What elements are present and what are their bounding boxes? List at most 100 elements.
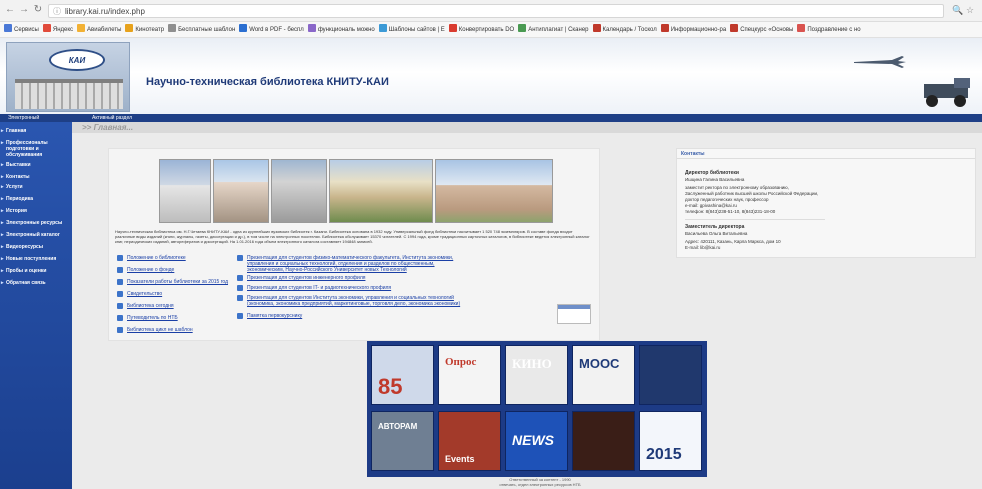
- bookmark-item[interactable]: Сервисы: [4, 22, 39, 37]
- banner-tile[interactable]: 85: [371, 345, 434, 405]
- bookmark-item[interactable]: Антиплагиат | Сканер: [518, 22, 589, 37]
- breadcrumb-bar: >> Главная...: [72, 122, 982, 133]
- banner-tile[interactable]: [639, 345, 702, 405]
- bookmark-item[interactable]: функциональ можно: [307, 22, 375, 37]
- bookmark-icon: [168, 24, 177, 32]
- address-url: library.kai.ru/index.php: [65, 7, 145, 16]
- document-icon: [237, 275, 243, 281]
- link-left[interactable]: Свидетельство: [127, 291, 231, 297]
- bookmark-label: функциональ можно: [317, 27, 375, 33]
- director-line: доктор педагогических наук, профессор: [685, 197, 769, 202]
- address-bar[interactable]: ⓘ library.kai.ru/index.php: [48, 4, 944, 18]
- photo-building-4: [329, 159, 433, 223]
- banner-tile[interactable]: MOOC: [572, 345, 635, 405]
- link-left[interactable]: Путеводитель по НТБ: [127, 315, 231, 321]
- zoom-icon[interactable]: 🔍: [952, 5, 963, 16]
- director-name: Ишцина Галина Васильевна: [685, 177, 745, 182]
- bookmark-item[interactable]: Информационно-ра: [660, 22, 726, 37]
- strip-right-label: Активный раздел: [92, 115, 132, 121]
- contacts-panel: Контакты Директор библиотеки Ишцина Гали…: [676, 148, 976, 258]
- banner-tile[interactable]: [572, 411, 635, 471]
- document-icon: [117, 327, 123, 333]
- document-icon: [117, 279, 123, 285]
- bookmark-label: Word в PDF - беспл: [249, 27, 304, 33]
- bookmark-item[interactable]: Яндекс: [42, 22, 73, 37]
- banner-tile[interactable]: Опрос: [438, 345, 501, 405]
- reload-icon[interactable]: ↻: [32, 4, 44, 16]
- banner-tile[interactable]: КИНО: [505, 345, 568, 405]
- site-title: Научно-техническая библиотека КНИТУ-КАИ: [146, 76, 389, 88]
- photo-building-2: [213, 159, 269, 223]
- link-right[interactable]: Презентация для студентов инженерного пр…: [247, 275, 467, 281]
- link-left[interactable]: Показатели работы библиотеки за 2015 год: [127, 279, 231, 285]
- back-icon[interactable]: ←: [4, 4, 16, 16]
- sidebar-item[interactable]: Главная: [1, 128, 70, 134]
- director-line[interactable]: e-mail: gpivashina@kai.ru: [685, 203, 737, 208]
- bookmark-icon: [660, 24, 669, 32]
- sidebar-item[interactable]: Периодика: [1, 196, 70, 202]
- deputy-title: Заместитель директора: [685, 224, 745, 230]
- star-icon[interactable]: ☆: [966, 5, 974, 16]
- bookmark-label: Бесплатные шаблон: [178, 27, 236, 33]
- sidebar-item[interactable]: Видеоресурсы: [1, 244, 70, 250]
- bookmark-item[interactable]: Поздравление с но: [797, 22, 861, 37]
- bookmark-label: Антиплагиат | Сканер: [528, 27, 589, 33]
- link-left[interactable]: Библиотека цикл не шаблон: [127, 327, 231, 333]
- sidebar-item[interactable]: Пробы и оценки: [1, 268, 70, 274]
- link-left[interactable]: Положение о библиотеке: [127, 255, 231, 261]
- photo-main-building: [159, 159, 211, 223]
- kai-logo[interactable]: КАИ: [49, 49, 105, 71]
- logo-block: КАИ: [6, 42, 130, 112]
- photo-building-3: [271, 159, 327, 223]
- sidebar-item[interactable]: Новые поступления: [1, 256, 70, 262]
- banner-tile[interactable]: АВТОРАМ: [371, 411, 434, 471]
- sidebar-item[interactable]: Контакты: [1, 174, 70, 180]
- link-right[interactable]: Презентация для студентов IT- и радиотех…: [247, 285, 467, 291]
- sidebar-item[interactable]: Профессионалы подготовки и обслуживания: [1, 140, 70, 158]
- bookmark-label: Поздравление с но: [807, 27, 861, 33]
- bookmark-label: Авиабилеты: [87, 27, 122, 33]
- bookmark-icon: [448, 24, 457, 32]
- document-icon: [237, 285, 243, 291]
- footer-line: отвечать, отдел электронных ресурсов НТБ: [499, 482, 581, 487]
- banner-label: NEWS: [512, 432, 554, 448]
- document-icon: [117, 291, 123, 297]
- director-line: заместит ректора по электронному образов…: [685, 185, 789, 190]
- bookmark-icon: [730, 24, 739, 32]
- link-left[interactable]: Положение о фонде: [127, 267, 231, 273]
- banner-tile[interactable]: Events: [438, 411, 501, 471]
- bookmark-icon: [518, 24, 527, 32]
- bookmark-icon: [4, 24, 12, 32]
- sidebar-menu: Главная Профессионалы подготовки и обслуж…: [0, 122, 72, 489]
- sidebar-item[interactable]: Выставки: [1, 162, 70, 168]
- link-right[interactable]: Презентация для студентов Института экон…: [247, 295, 467, 307]
- bookmark-item[interactable]: Спецкурс «Основы: [730, 22, 794, 37]
- bookmark-item[interactable]: Word в PDF - беспл: [239, 22, 304, 37]
- document-icon: [117, 315, 123, 321]
- deputy-line[interactable]: E-mail: lib@kai.ru: [685, 245, 720, 250]
- link-right[interactable]: Памятка первокурснику: [247, 313, 467, 319]
- bookmark-item[interactable]: Календарь / Тоскол: [592, 22, 657, 37]
- banner-tile[interactable]: NEWS: [505, 411, 568, 471]
- sidebar-item[interactable]: Услуги: [1, 184, 70, 190]
- sidebar-item[interactable]: Электронные ресурсы: [1, 220, 70, 226]
- sidebar-item[interactable]: Электронный каталог: [1, 232, 70, 238]
- bookmark-item[interactable]: Шаблоны сайтов | E: [378, 22, 445, 37]
- bookmark-item[interactable]: Бесплатные шаблон: [168, 22, 236, 37]
- bookmark-item[interactable]: Авиабилеты: [77, 22, 122, 37]
- director-title: Директор библиотеки: [685, 170, 739, 176]
- bookmark-item[interactable]: Кинотеатр: [125, 22, 164, 37]
- info-icon[interactable]: ⓘ: [53, 6, 61, 17]
- bookmark-item[interactable]: Конвертировать DO: [448, 22, 515, 37]
- sidebar-item[interactable]: История: [1, 208, 70, 214]
- building-image: [15, 79, 123, 109]
- bookmark-label: Спецкурс «Основы: [740, 27, 794, 33]
- link-right[interactable]: Презентация для студентов физико-математ…: [247, 255, 467, 273]
- banner-tile[interactable]: 2015: [639, 411, 702, 471]
- forward-icon[interactable]: →: [18, 4, 30, 16]
- link-left[interactable]: Библиотека сегодня: [127, 303, 231, 309]
- sidebar-item[interactable]: Обратная связь: [1, 280, 70, 286]
- document-icon: [237, 313, 243, 319]
- document-thumbnail[interactable]: [557, 304, 591, 324]
- bookmark-label: Конвертировать DO: [458, 27, 515, 33]
